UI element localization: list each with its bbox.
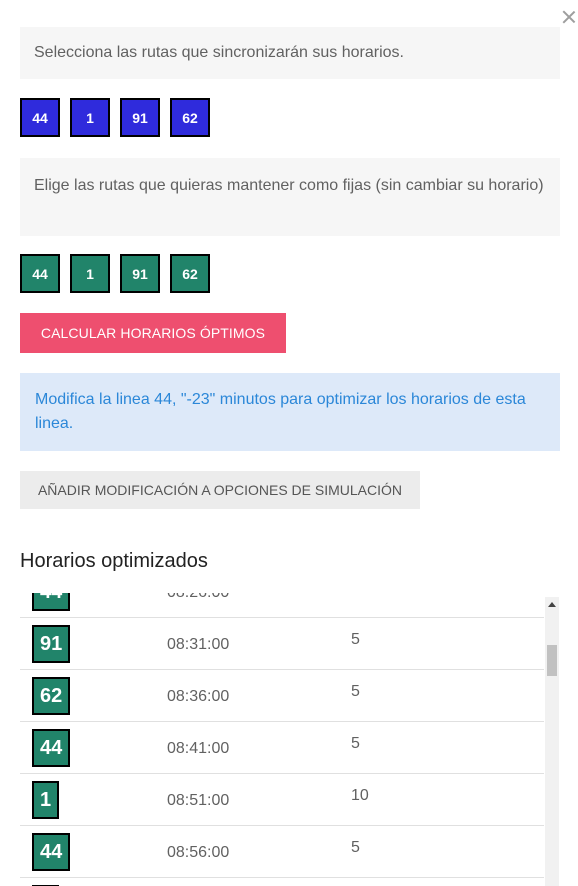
table-row <box>20 878 544 886</box>
sync-route-chip[interactable]: 91 <box>120 98 160 137</box>
interval-minutes: 5 <box>351 631 360 648</box>
calculate-optimal-schedules-button[interactable]: CALCULAR HORARIOS ÓPTIMOS <box>20 313 286 353</box>
sync-route-chips: 44 1 91 62 <box>20 98 210 137</box>
fixed-route-chip[interactable]: 1 <box>70 254 110 293</box>
route-badge: 44 <box>32 593 71 611</box>
fixed-instruction: Elige las rutas que quieras mantener com… <box>20 158 560 236</box>
route-badge: 44 <box>32 833 71 871</box>
sync-route-chip[interactable]: 44 <box>20 98 60 137</box>
interval-minutes: 5 <box>351 839 360 856</box>
departure-time: 08:31:00 <box>167 636 230 653</box>
fixed-route-chip[interactable]: 91 <box>120 254 160 293</box>
table-row: 62 08:36:00 5 <box>20 670 544 722</box>
schedule-scrollbar[interactable] <box>545 597 559 886</box>
sync-route-chip[interactable]: 62 <box>170 98 210 137</box>
fixed-route-chip[interactable]: 44 <box>20 254 60 293</box>
table-row: 44 08:26:00 <box>20 593 544 618</box>
interval-minutes: 5 <box>351 735 360 752</box>
route-badge: 91 <box>32 625 71 663</box>
table-row: 1 08:51:00 10 <box>20 774 544 826</box>
departure-time: 08:41:00 <box>167 740 230 757</box>
optimization-panel: Selecciona las rutas que sincronizarán s… <box>0 0 578 886</box>
route-badge: 1 <box>32 781 60 819</box>
interval-minutes: 10 <box>351 787 369 804</box>
fixed-route-chips: 44 1 91 62 <box>20 254 210 293</box>
schedule-table: 44 08:26:00 91 08:31:00 5 62 08:36:00 5 … <box>20 593 560 886</box>
interval-minutes: 5 <box>351 683 360 700</box>
close-icon[interactable] <box>560 8 578 26</box>
sync-instruction: Selecciona las rutas que sincronizarán s… <box>20 27 560 79</box>
sync-route-chip[interactable]: 1 <box>70 98 110 137</box>
scroll-up-arrow-icon[interactable] <box>548 602 556 607</box>
departure-time: 08:26:00 <box>167 593 229 602</box>
departure-time: 08:51:00 <box>167 792 230 809</box>
table-row: 91 08:31:00 5 <box>20 618 544 670</box>
table-row: 44 08:56:00 5 <box>20 826 544 878</box>
scroll-thumb[interactable] <box>547 645 557 676</box>
optimized-schedules-title: Horarios optimizados <box>20 550 208 572</box>
departure-time: 08:36:00 <box>167 688 230 705</box>
route-badge: 44 <box>32 729 71 767</box>
table-row: 44 08:41:00 5 <box>20 722 544 774</box>
result-message: Modifica la linea 44, "-23" minutos para… <box>20 373 560 451</box>
fixed-route-chip[interactable]: 62 <box>170 254 210 293</box>
route-badge: 62 <box>32 677 71 715</box>
departure-time: 08:56:00 <box>167 844 230 861</box>
add-to-simulation-button[interactable]: AÑADIR MODIFICACIÓN A OPCIONES DE SIMULA… <box>20 471 420 509</box>
